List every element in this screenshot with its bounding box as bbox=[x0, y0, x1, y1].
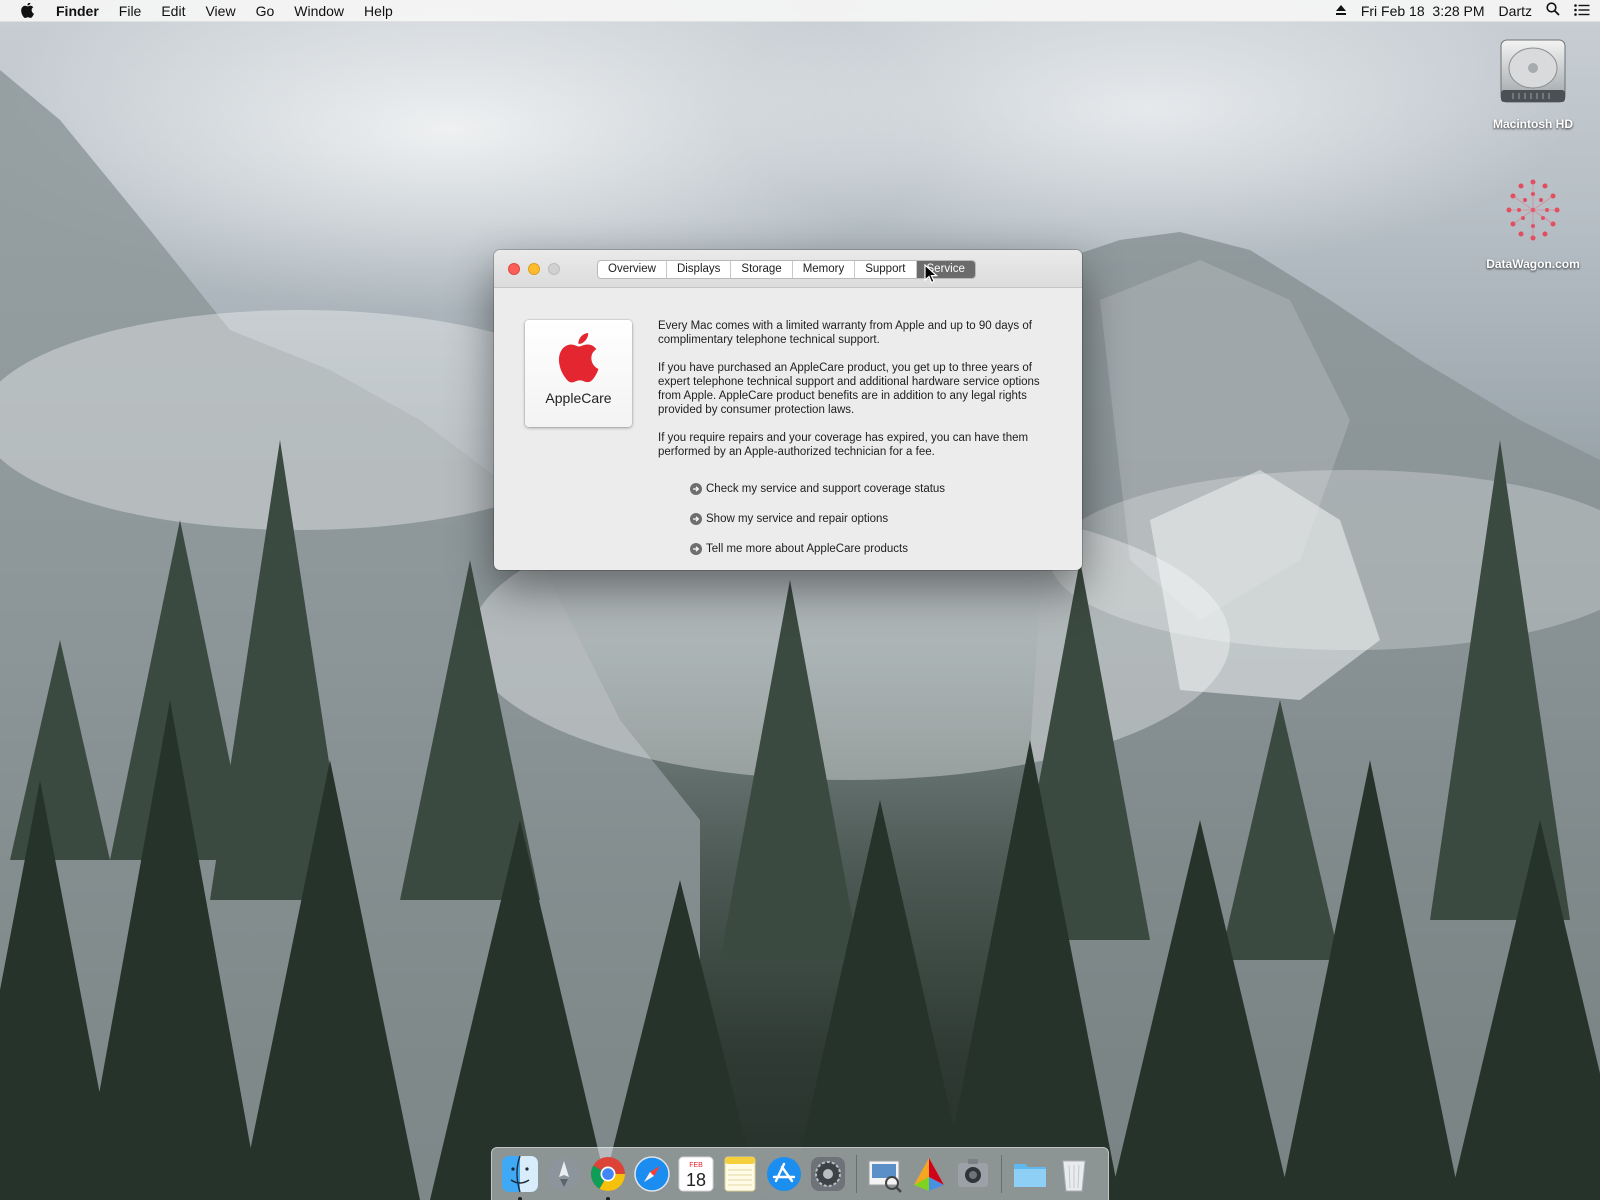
dock-chrome[interactable] bbox=[588, 1154, 628, 1200]
menu-help[interactable]: Help bbox=[354, 0, 403, 22]
downloads-folder-icon bbox=[1014, 1164, 1046, 1187]
service-links: Check my service and support coverage st… bbox=[690, 474, 945, 564]
menu-go[interactable]: Go bbox=[246, 0, 285, 22]
about-this-mac-window: Overview Displays Storage Memory Support… bbox=[494, 250, 1082, 570]
preview-icon bbox=[868, 1160, 902, 1193]
notes-icon bbox=[724, 1156, 756, 1192]
dock-separator bbox=[1001, 1155, 1002, 1193]
menu-file[interactable]: File bbox=[109, 0, 152, 22]
tab-memory[interactable]: Memory bbox=[793, 261, 856, 278]
dock-app-store[interactable] bbox=[764, 1154, 804, 1194]
zoom-button bbox=[548, 263, 560, 275]
dock-downloads-folder[interactable] bbox=[1010, 1154, 1050, 1194]
service-pane: AppleCare Every Mac comes with a limited… bbox=[494, 288, 1082, 570]
dock-safari[interactable] bbox=[632, 1154, 672, 1194]
launchpad-icon bbox=[547, 1157, 581, 1191]
dock-finder[interactable] bbox=[500, 1154, 540, 1200]
trash-icon bbox=[1062, 1160, 1086, 1192]
dock-launchpad[interactable] bbox=[544, 1154, 584, 1194]
calendar-day: 18 bbox=[686, 1170, 706, 1190]
calendar-icon: FEB 18 bbox=[678, 1156, 714, 1192]
link-label[interactable]: Tell me more about AppleCare products bbox=[706, 543, 908, 555]
app-store-icon bbox=[767, 1157, 801, 1191]
link-label[interactable]: Show my service and repair options bbox=[706, 513, 888, 525]
arrow-right-icon bbox=[690, 513, 702, 525]
menu-bar: Finder File Edit View Go Window Help Fri… bbox=[0, 0, 1600, 22]
landscape-art bbox=[0, 70, 1600, 1200]
link-repair-options[interactable]: Show my service and repair options bbox=[690, 504, 945, 534]
tab-storage[interactable]: Storage bbox=[731, 261, 793, 278]
dock: FEB 18 bbox=[491, 1147, 1109, 1200]
desktop-icon-datawagon[interactable]: DataWagon.com bbox=[1478, 172, 1588, 271]
dock-screenshot[interactable] bbox=[953, 1154, 993, 1194]
dock-colorsync[interactable] bbox=[909, 1154, 949, 1194]
window-titlebar[interactable]: Overview Displays Storage Memory Support… bbox=[494, 250, 1082, 288]
apple-logo-icon bbox=[558, 333, 598, 383]
colorsync-icon bbox=[914, 1158, 944, 1191]
applecare-label: AppleCare bbox=[545, 390, 612, 406]
finder-icon bbox=[502, 1155, 538, 1193]
dock-preview[interactable] bbox=[865, 1154, 905, 1194]
hard-drive-icon bbox=[1500, 39, 1566, 103]
menubar-user[interactable]: Dartz bbox=[1499, 3, 1532, 19]
desktop-wallpaper bbox=[0, 0, 1600, 1200]
desktop-icon-macintosh-hd[interactable]: Macintosh HD bbox=[1478, 32, 1588, 131]
menu-app-name[interactable]: Finder bbox=[46, 0, 109, 22]
notification-center-icon[interactable] bbox=[1574, 3, 1590, 19]
paragraph-warranty: Every Mac comes with a limited warranty … bbox=[658, 320, 1032, 346]
minimize-button[interactable] bbox=[528, 263, 540, 275]
dock-system-preferences[interactable] bbox=[808, 1154, 848, 1194]
screenshot-utility-icon bbox=[958, 1159, 988, 1187]
paragraph-applecare: If you have purchased an AppleCare produ… bbox=[658, 362, 1040, 416]
paragraph-repairs: If you require repairs and your coverage… bbox=[658, 432, 1029, 458]
arrow-right-icon bbox=[690, 483, 702, 495]
link-label[interactable]: Check my service and support coverage st… bbox=[706, 483, 945, 495]
tab-support[interactable]: Support bbox=[855, 261, 917, 278]
menu-view[interactable]: View bbox=[195, 0, 245, 22]
tab-bar: Overview Displays Storage Memory Support… bbox=[597, 260, 976, 279]
spotlight-search-icon[interactable] bbox=[1546, 2, 1560, 19]
mouse-pointer-icon bbox=[924, 263, 939, 289]
tab-displays[interactable]: Displays bbox=[667, 261, 732, 278]
dock-notes[interactable] bbox=[720, 1154, 760, 1194]
safari-icon bbox=[634, 1156, 670, 1192]
menubar-clock[interactable]: Fri Feb 18 3:28 PM bbox=[1361, 3, 1485, 19]
link-check-coverage[interactable]: Check my service and support coverage st… bbox=[690, 474, 945, 504]
tab-overview[interactable]: Overview bbox=[598, 261, 667, 278]
applecare-card: AppleCare bbox=[525, 320, 632, 427]
calendar-month: FEB bbox=[689, 1162, 703, 1169]
service-description: Every Mac comes with a limited warranty … bbox=[658, 319, 1058, 473]
apple-menu-icon[interactable] bbox=[10, 0, 46, 22]
close-button[interactable] bbox=[508, 263, 520, 275]
system-preferences-icon bbox=[811, 1157, 845, 1191]
arrow-right-icon bbox=[690, 543, 702, 555]
dock-calendar[interactable]: FEB 18 bbox=[676, 1154, 716, 1194]
dock-trash[interactable] bbox=[1054, 1154, 1094, 1194]
link-applecare-products[interactable]: Tell me more about AppleCare products bbox=[690, 534, 945, 564]
chrome-icon bbox=[591, 1157, 625, 1191]
menu-edit[interactable]: Edit bbox=[151, 0, 195, 22]
dock-separator bbox=[856, 1155, 857, 1193]
eject-icon[interactable] bbox=[1335, 3, 1347, 19]
datawagon-logo-icon bbox=[1506, 179, 1560, 241]
desktop-icon-label: DataWagon.com bbox=[1486, 257, 1580, 271]
desktop-icon-label: Macintosh HD bbox=[1492, 117, 1573, 131]
menu-window[interactable]: Window bbox=[284, 0, 354, 22]
